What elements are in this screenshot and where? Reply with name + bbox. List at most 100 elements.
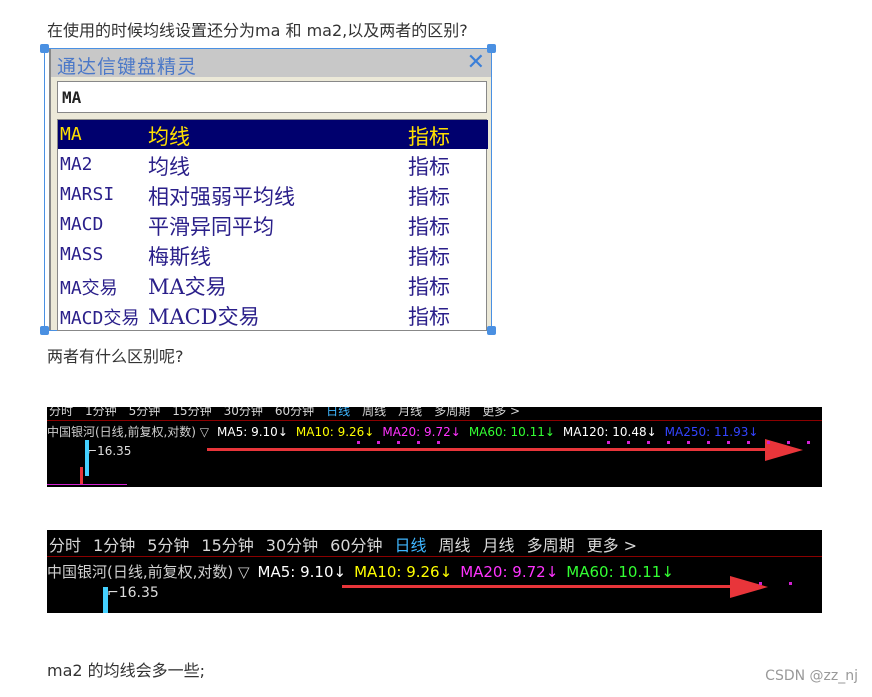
ma-line [47, 484, 127, 485]
conclusion-text: ma2 的均线会多一些; [47, 661, 206, 680]
resize-handle[interactable] [487, 326, 496, 335]
tab-60分钟[interactable]: 60分钟 [330, 536, 382, 555]
tab-分时[interactable]: 分时 [49, 407, 73, 418]
ma-dot [807, 441, 810, 444]
ma-value: MA120: 10.48↓ [562, 425, 657, 439]
price-label: ⌐ [107, 585, 119, 601]
list-item[interactable]: MA交易 MA交易 指标 [58, 270, 488, 299]
price-value: 16.35 [97, 444, 132, 458]
tab-分时[interactable]: 分时 [49, 536, 81, 555]
candle [85, 440, 89, 476]
ma-chart-screenshot: 分时 1分钟 5分钟 15分钟 30分钟 60分钟 日线 周线 月线 多周期 更多 > 中国银河(日… [47, 407, 822, 487]
list-item[interactable]: MASS 梅斯线 指标 [58, 240, 488, 269]
close-icon[interactable]: ✕ [467, 50, 485, 75]
list-item-type: 指标 [408, 305, 450, 329]
list-item-type: 指标 [408, 185, 450, 209]
tab-1分钟[interactable]: 1分钟 [85, 407, 117, 418]
list-item-code: MASS [60, 244, 104, 265]
ma-value: MA60: 10.11↓ [566, 563, 674, 581]
ma2-chart-screenshot: 分时 1分钟 5分钟 15分钟 30分钟 60分钟 日线 周线 月线 多周期 更多 > 中国银河(日… [47, 530, 822, 613]
ma-info-row: 中国银河(日线,前复权,对数) ▽ MA5: 9.10↓ MA10: 9.26↓ MA… [47, 423, 766, 440]
list-item-type: 指标 [408, 275, 450, 299]
list-item-type: 指标 [408, 245, 450, 269]
tab-周线[interactable]: 周线 [362, 407, 386, 418]
ma-dot [397, 441, 400, 444]
resize-handle[interactable] [40, 44, 49, 53]
watermark: CSDN @zz_nj [765, 668, 858, 684]
red-arrow [207, 448, 767, 451]
result-list[interactable]: MA 均线 指标 MA2 均线 指标 MARSI 相对强弱平均线 指标 MACD 平滑异同平均 指标 M… [57, 119, 488, 331]
ma-dot [747, 441, 750, 444]
ma-dot [727, 441, 730, 444]
list-item-name: 均线 [148, 125, 190, 149]
ma-value: MA20: 9.72↓ [382, 425, 461, 439]
tab-更多 >[interactable]: 更多 > [587, 536, 638, 555]
list-item[interactable]: MA 均线 指标 [58, 120, 488, 149]
list-item-code: MA2 [60, 154, 93, 175]
list-item-name: 梅斯线 [148, 245, 211, 269]
question2-text: 两者有什么区别呢? [47, 347, 184, 366]
tab-5分钟[interactable]: 5分钟 [129, 407, 161, 418]
popup-title: 通达信键盘精灵 [57, 56, 198, 78]
tab-15分钟[interactable]: 15分钟 [201, 536, 253, 555]
tab-多周期[interactable]: 多周期 [527, 536, 575, 555]
list-item-name: MA交易 [148, 275, 227, 299]
red-arrow-head [765, 439, 803, 461]
ma-dot [647, 441, 650, 444]
red-arrow-head [730, 576, 768, 598]
tab-日线[interactable]: 日线 [326, 407, 350, 418]
resize-handle[interactable] [487, 44, 496, 53]
list-item-name: 平滑异同平均 [148, 215, 274, 239]
list-item-code: MACD [60, 214, 104, 235]
ma-dot [437, 441, 440, 444]
ma-value: MA250: 11.93↓ [664, 425, 759, 439]
ma-value: MA10: 9.26↓ [295, 425, 375, 439]
tab-30分钟[interactable]: 30分钟 [266, 536, 318, 555]
ma-value: MA5: 9.10↓ [217, 425, 288, 439]
period-tabs: 分时 1分钟 5分钟 15分钟 30分钟 60分钟 日线 周线 月线 多周期 更多 > [49, 407, 532, 419]
list-item[interactable]: MACD交易 MACD交易 指标 [58, 300, 488, 329]
tab-月线[interactable]: 月线 [483, 536, 515, 555]
price-value: 16.35 [118, 585, 159, 601]
list-item-name: MACD交易 [148, 305, 260, 329]
tab-5分钟[interactable]: 5分钟 [147, 536, 189, 555]
search-input[interactable]: MA [57, 81, 487, 113]
ma-value: MA10: 9.26↓ [354, 563, 453, 581]
tab-周线[interactable]: 周线 [439, 536, 471, 555]
list-item-name: 相对强弱平均线 [148, 185, 295, 209]
tab-60分钟[interactable]: 60分钟 [275, 407, 314, 418]
ma-dot [417, 441, 420, 444]
ma-dot [667, 441, 670, 444]
list-item[interactable]: MARSI 相对强弱平均线 指标 [58, 180, 488, 209]
list-item[interactable]: MA2 均线 指标 [58, 150, 488, 179]
stock-name: 中国银河(日线,前复权,对数) ▽ [47, 563, 250, 581]
ma-dot [607, 441, 610, 444]
list-item-type: 指标 [408, 155, 450, 179]
ma-dot [357, 441, 360, 444]
resize-handle[interactable] [40, 326, 49, 335]
stock-name: 中国银河(日线,前复权,对数) ▽ [47, 425, 210, 439]
list-item[interactable]: MACD 平滑异同平均 指标 [58, 210, 488, 239]
popup-titlebar: 通达信键盘精灵 ✕ [51, 49, 491, 78]
ma-dot [759, 582, 762, 585]
tab-更多 >[interactable]: 更多 > [482, 407, 520, 418]
ma-dot [767, 441, 770, 444]
tab-15分钟[interactable]: 15分钟 [172, 407, 211, 418]
red-arrow [342, 585, 732, 588]
ma-dot [707, 441, 710, 444]
keyboard-wizard-popup: 通达信键盘精灵 ✕ MA MA 均线 指标 MA2 均线 指标 MARSI 相对强弱平均线 指标… [40, 44, 496, 335]
candle [103, 587, 108, 613]
tab-月线[interactable]: 月线 [398, 407, 422, 418]
ma-dot [627, 441, 630, 444]
list-item-name: 均线 [148, 155, 190, 179]
list-item-type: 指标 [408, 125, 450, 149]
tab-1分钟[interactable]: 1分钟 [93, 536, 135, 555]
tab-30分钟[interactable]: 30分钟 [224, 407, 263, 418]
tab-日线[interactable]: 日线 [395, 536, 427, 555]
list-item-code: MACD交易 [60, 308, 140, 329]
tab-多周期[interactable]: 多周期 [434, 407, 470, 418]
ma-value: MA60: 10.11↓ [468, 425, 555, 439]
ma-dot [377, 441, 380, 444]
ma-info-row: 中国银河(日线,前复权,对数) ▽ MA5: 9.10↓ MA10: 9.26↓ MA… [47, 561, 682, 582]
list-item-code: MA交易 [60, 278, 118, 299]
